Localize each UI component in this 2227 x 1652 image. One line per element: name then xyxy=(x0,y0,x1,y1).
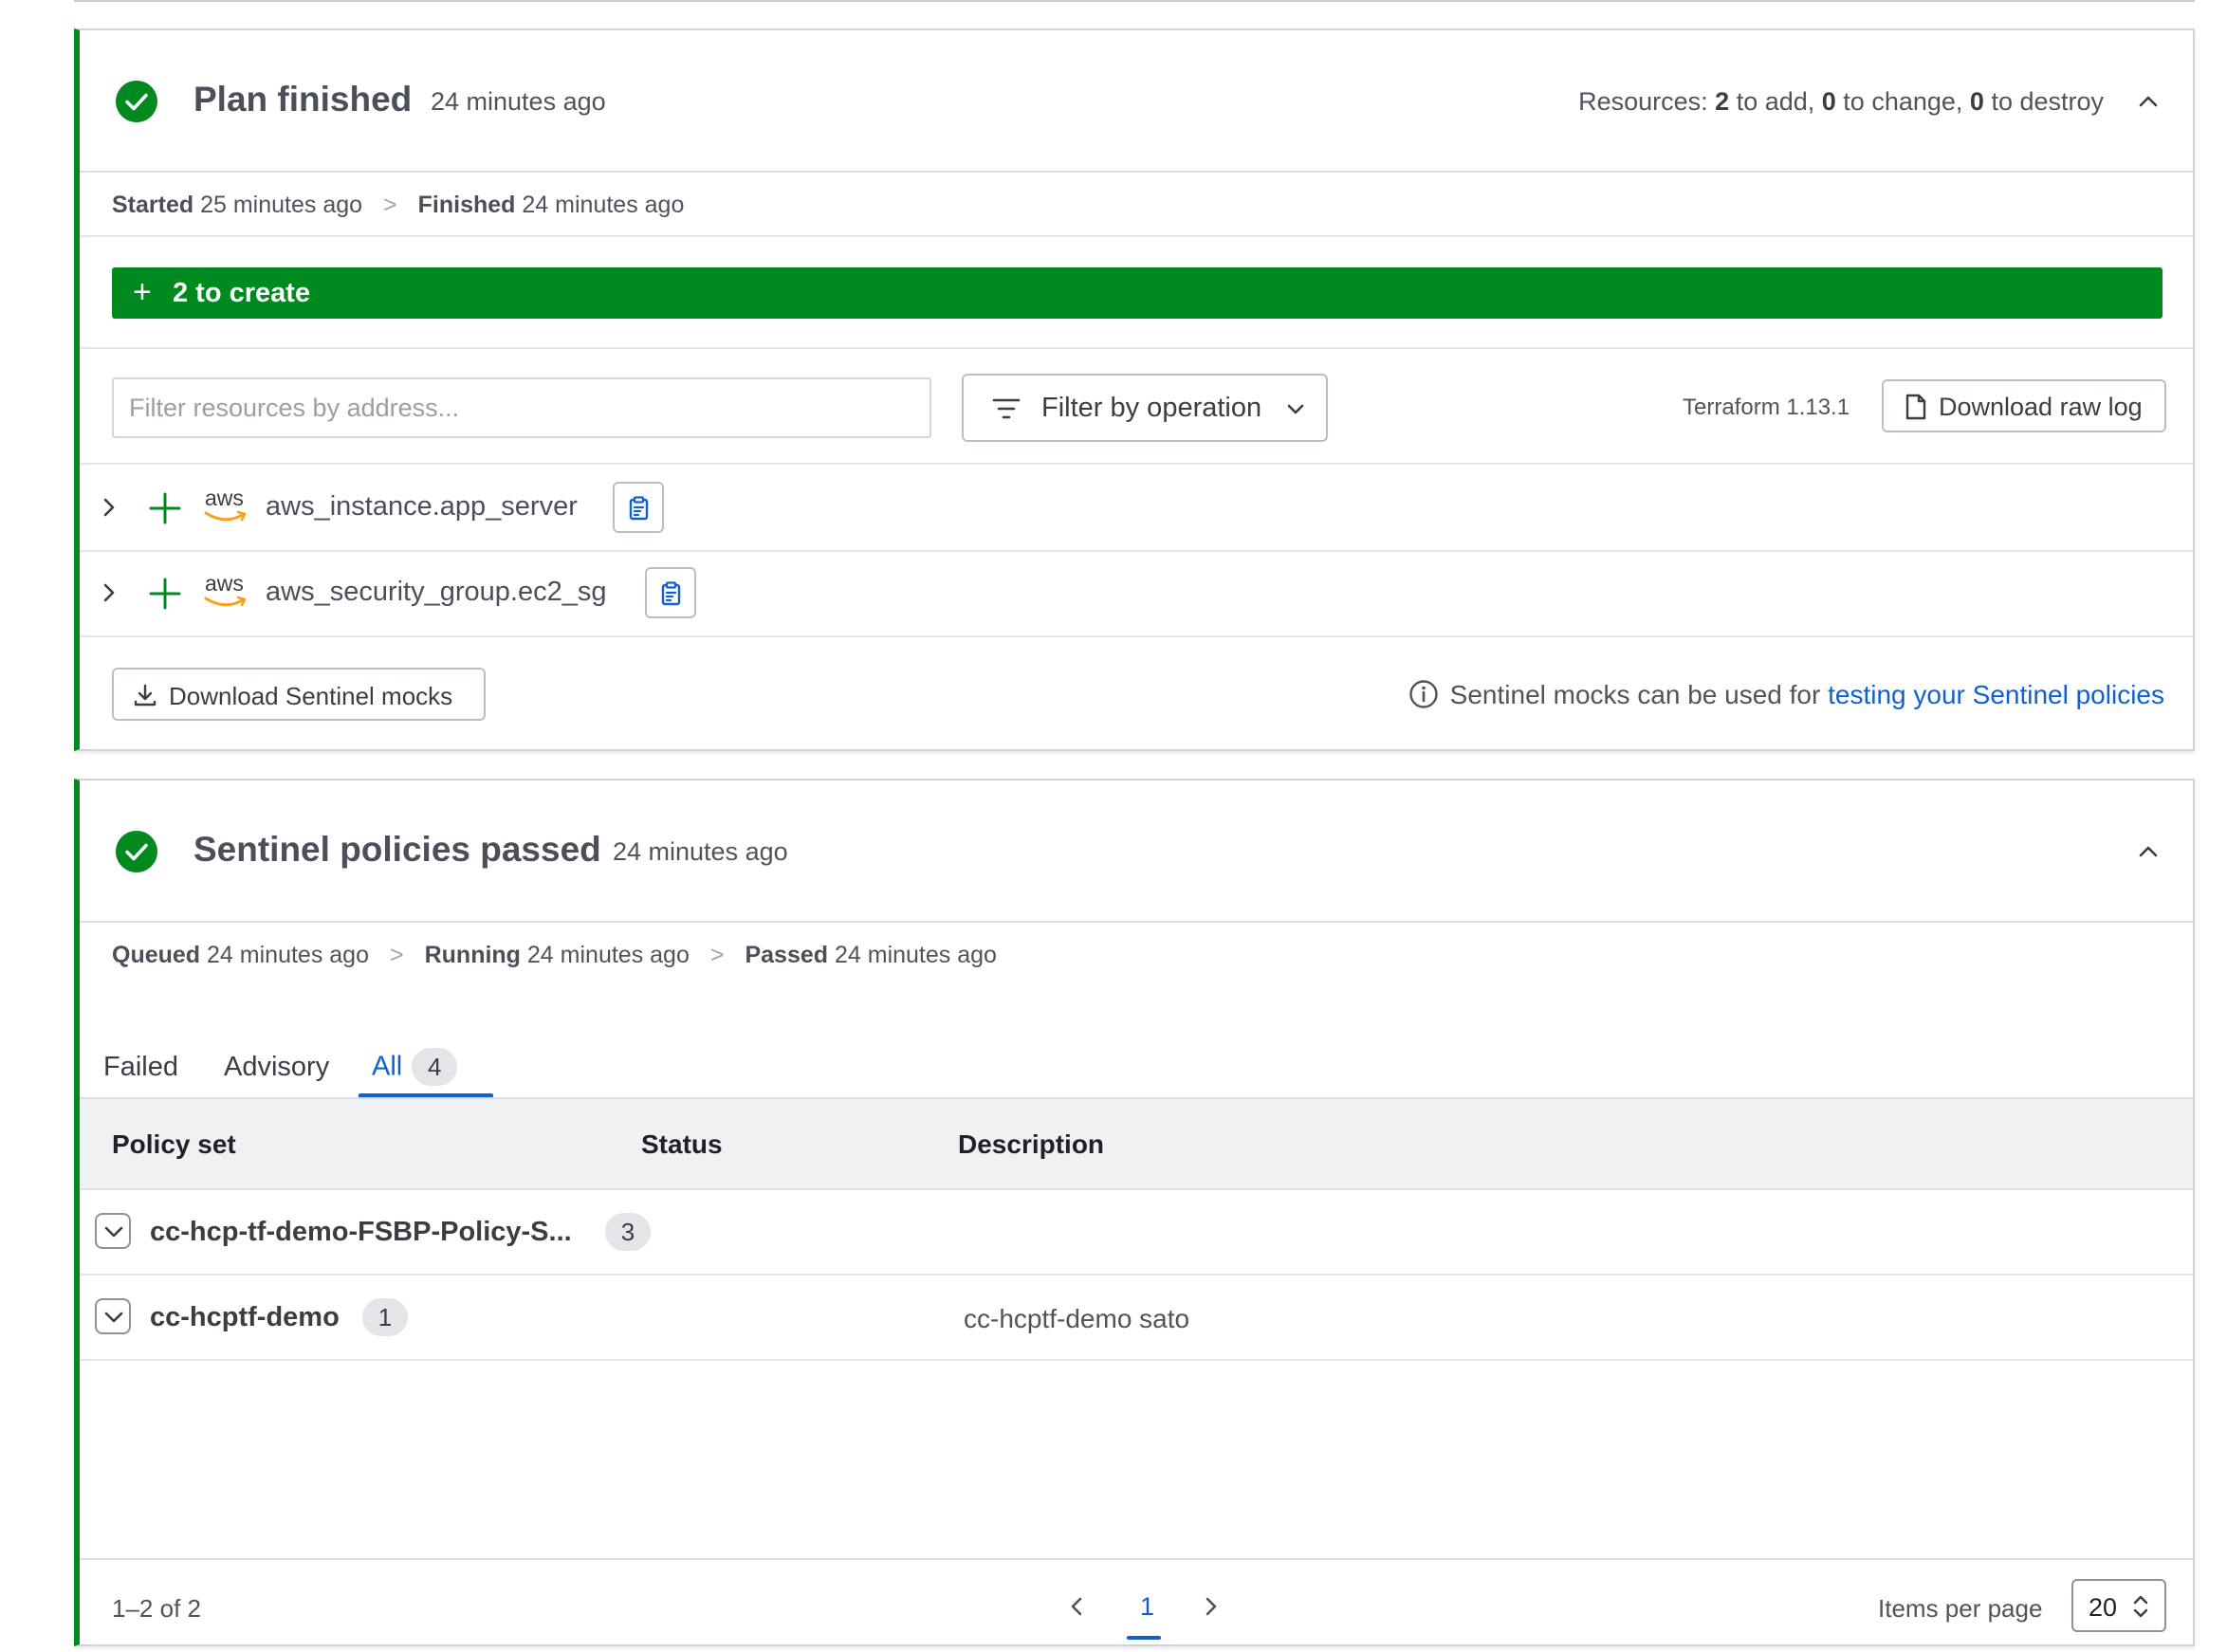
download-raw-log-label: Download raw log xyxy=(1939,393,2143,421)
plus-icon: + xyxy=(133,274,152,310)
success-check-icon xyxy=(116,81,157,122)
collapse-chevron-up-icon[interactable] xyxy=(2134,87,2163,116)
terraform-version: Terraform 1.13.1 xyxy=(1683,395,1850,420)
success-check-icon xyxy=(116,831,157,872)
download-sentinel-mocks-label: Download Sentinel mocks xyxy=(169,682,453,710)
info-icon xyxy=(1408,680,1438,708)
items-per-page-label: Items per page xyxy=(1878,1594,2043,1623)
next-page-icon[interactable] xyxy=(1199,1594,1222,1619)
aws-logo-icon: aws xyxy=(203,571,250,609)
previous-page-icon[interactable] xyxy=(1066,1594,1089,1619)
collapse-chevron-up-icon[interactable] xyxy=(2134,837,2163,866)
download-icon xyxy=(134,684,156,707)
column-policy-set[interactable]: Policy set xyxy=(112,1129,236,1160)
chevron-right-icon[interactable] xyxy=(99,580,120,605)
chevron-right-icon[interactable] xyxy=(99,495,120,520)
policies-header[interactable]: Sentinel policies passed 24 minutes ago xyxy=(80,780,2193,923)
plan-timeline: Started 25 minutes ago > Finished 24 minut… xyxy=(112,192,685,218)
copy-address-button[interactable] xyxy=(645,567,696,618)
previous-card-edge xyxy=(74,0,2195,2)
table-row[interactable]: cc-hcp-tf-demo-FSBP-Policy-S... 3 xyxy=(80,1190,2193,1276)
chevron-down-icon xyxy=(104,1312,123,1323)
policies-timeline: Queued 24 minutes ago > Running 24 minutes… xyxy=(112,942,997,968)
select-updown-icon xyxy=(2133,1595,2148,1618)
chevron-down-icon xyxy=(104,1226,123,1238)
table-row[interactable]: cc-hcptf-demo 1 cc-hcptf-demo sato xyxy=(80,1276,2193,1361)
testing-sentinel-policies-link[interactable]: testing your Sentinel policies xyxy=(1828,680,2164,709)
resource-row[interactable]: aws aws_instance.app_server xyxy=(80,465,2193,550)
filter-resources-input[interactable] xyxy=(112,377,931,438)
pagination-range: 1–2 of 2 xyxy=(112,1594,201,1623)
clipboard-copy-icon xyxy=(661,581,681,606)
plan-time-ago: 24 minutes ago xyxy=(431,87,606,116)
column-status[interactable]: Status xyxy=(641,1129,723,1160)
plan-header[interactable]: Plan finished 24 minutes ago Resources: … xyxy=(80,30,2193,173)
policy-description: cc-hcptf-demo sato xyxy=(964,1304,1190,1333)
divider xyxy=(80,635,2193,637)
clipboard-copy-icon xyxy=(629,496,649,521)
filter-icon xyxy=(992,398,1021,419)
sentinel-policies-card: Sentinel policies passed 24 minutes ago … xyxy=(74,779,2195,1646)
plan-card: Plan finished 24 minutes ago Resources: … xyxy=(74,28,2195,751)
resource-address: aws_security_group.ec2_sg xyxy=(266,577,607,607)
filter-by-operation-label: Filter by operation xyxy=(1041,393,1262,423)
create-plus-icon xyxy=(149,492,181,524)
pagination-bar: 1–2 of 2 1 Items per page 20 xyxy=(80,1558,2193,1648)
create-plus-icon xyxy=(149,578,181,610)
resource-address: aws_instance.app_server xyxy=(266,491,578,522)
file-icon xyxy=(1905,394,1926,420)
page-number-current[interactable]: 1 xyxy=(1140,1592,1154,1622)
current-page-indicator xyxy=(1127,1636,1161,1640)
column-description[interactable]: Description xyxy=(958,1129,1104,1160)
policy-count-badge: 3 xyxy=(605,1213,651,1251)
table-header: Policy set Status Description xyxy=(80,1097,2193,1190)
to-create-label: 2 to create xyxy=(173,278,311,308)
policies-title: Sentinel policies passed xyxy=(193,830,601,869)
sentinel-mocks-info: Sentinel mocks can be used for testing y… xyxy=(1408,679,2164,710)
items-per-page-select[interactable]: 20 xyxy=(2071,1579,2166,1632)
aws-logo-icon: aws xyxy=(203,486,250,523)
chevron-down-icon xyxy=(1287,404,1304,414)
download-sentinel-mocks-button[interactable]: Download Sentinel mocks xyxy=(112,668,486,721)
resource-row[interactable]: aws aws_security_group.ec2_sg xyxy=(80,550,2193,635)
divider xyxy=(80,347,2193,349)
policies-time-ago: 24 minutes ago xyxy=(613,837,788,866)
resources-summary: Resources: 2 to add, 0 to change, 0 to d… xyxy=(1578,87,2104,116)
row-expand-toggle[interactable] xyxy=(95,1213,131,1249)
policy-count-badge: 1 xyxy=(362,1298,408,1336)
download-raw-log-button[interactable]: Download raw log xyxy=(1882,379,2166,432)
plan-title: Plan finished xyxy=(193,80,413,119)
to-create-bar: + 2 to create xyxy=(112,267,2163,319)
divider xyxy=(80,235,2193,237)
filter-by-operation-dropdown[interactable]: Filter by operation xyxy=(962,374,1328,442)
tab-all-count: 4 xyxy=(412,1048,458,1086)
policy-set-name: cc-hcp-tf-demo-FSBP-Policy-S... xyxy=(150,1217,572,1247)
row-expand-toggle[interactable] xyxy=(95,1298,131,1334)
copy-address-button[interactable] xyxy=(613,482,664,533)
policy-set-name: cc-hcptf-demo xyxy=(150,1302,340,1332)
